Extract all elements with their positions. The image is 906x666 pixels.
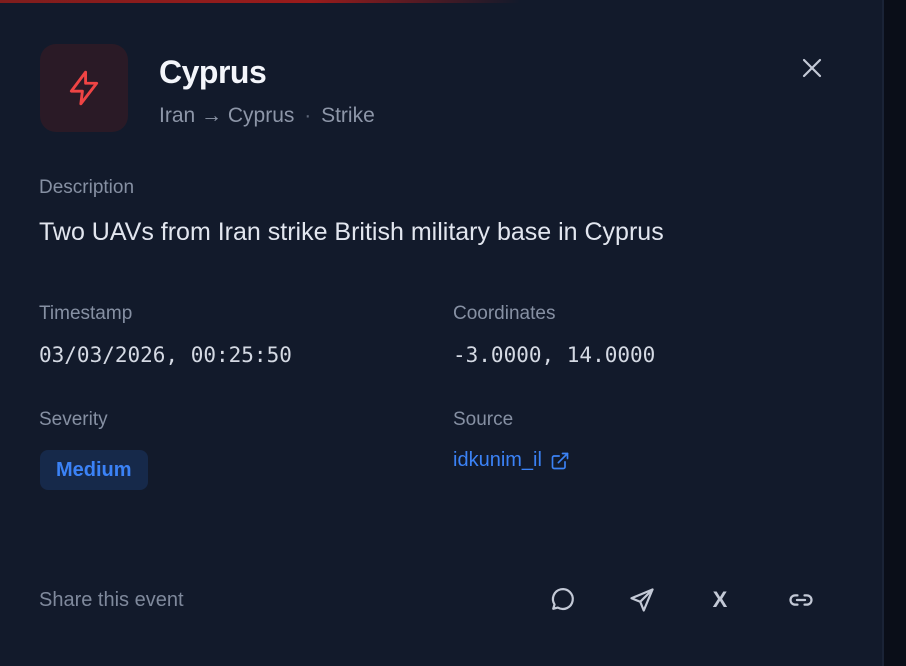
- send-icon: [630, 588, 654, 612]
- share-label: Share this event: [39, 589, 184, 611]
- share-copy-link-button[interactable]: [783, 582, 819, 618]
- event-subtitle: Iran → Cyprus · Strike: [159, 104, 375, 128]
- lightning-icon: [69, 70, 99, 106]
- share-chat-button[interactable]: [544, 582, 580, 618]
- coordinates-label: Coordinates: [453, 303, 556, 324]
- event-origin: Iran: [159, 104, 196, 127]
- separator-dot: ·: [304, 104, 312, 127]
- timestamp-value: 03/03/2026, 00:25:50: [39, 343, 292, 367]
- description-text: Two UAVs from Iran strike British milita…: [39, 218, 664, 246]
- event-type: Strike: [321, 104, 375, 127]
- event-detail-card: Cyprus Iran → Cyprus · Strike Descriptio…: [0, 0, 884, 666]
- source-link[interactable]: idkunim_il: [453, 449, 570, 472]
- description-label: Description: [39, 177, 135, 198]
- source-label: Source: [453, 409, 514, 430]
- card-top-accent: [0, 0, 520, 3]
- event-target: Cyprus: [227, 104, 295, 127]
- event-title: Cyprus: [159, 54, 267, 90]
- source-link-text: idkunim_il: [453, 449, 542, 471]
- chat-bubble-icon: [551, 588, 574, 611]
- close-button[interactable]: [796, 52, 828, 84]
- event-type-icon-box: [40, 44, 128, 132]
- share-send-button[interactable]: [624, 582, 660, 618]
- x-icon: X: [712, 587, 728, 612]
- severity-label: Severity: [39, 409, 108, 430]
- backdrop-edge: [884, 0, 906, 666]
- external-link-icon: [551, 452, 569, 469]
- share-x-button[interactable]: X: [702, 582, 738, 618]
- severity-badge: Medium: [40, 450, 148, 490]
- close-icon: [802, 58, 822, 78]
- link-icon: [789, 594, 813, 606]
- coordinates-value: -3.0000, 14.0000: [453, 343, 656, 367]
- timestamp-label: Timestamp: [39, 303, 133, 324]
- arrow-glyph: →: [201, 104, 223, 127]
